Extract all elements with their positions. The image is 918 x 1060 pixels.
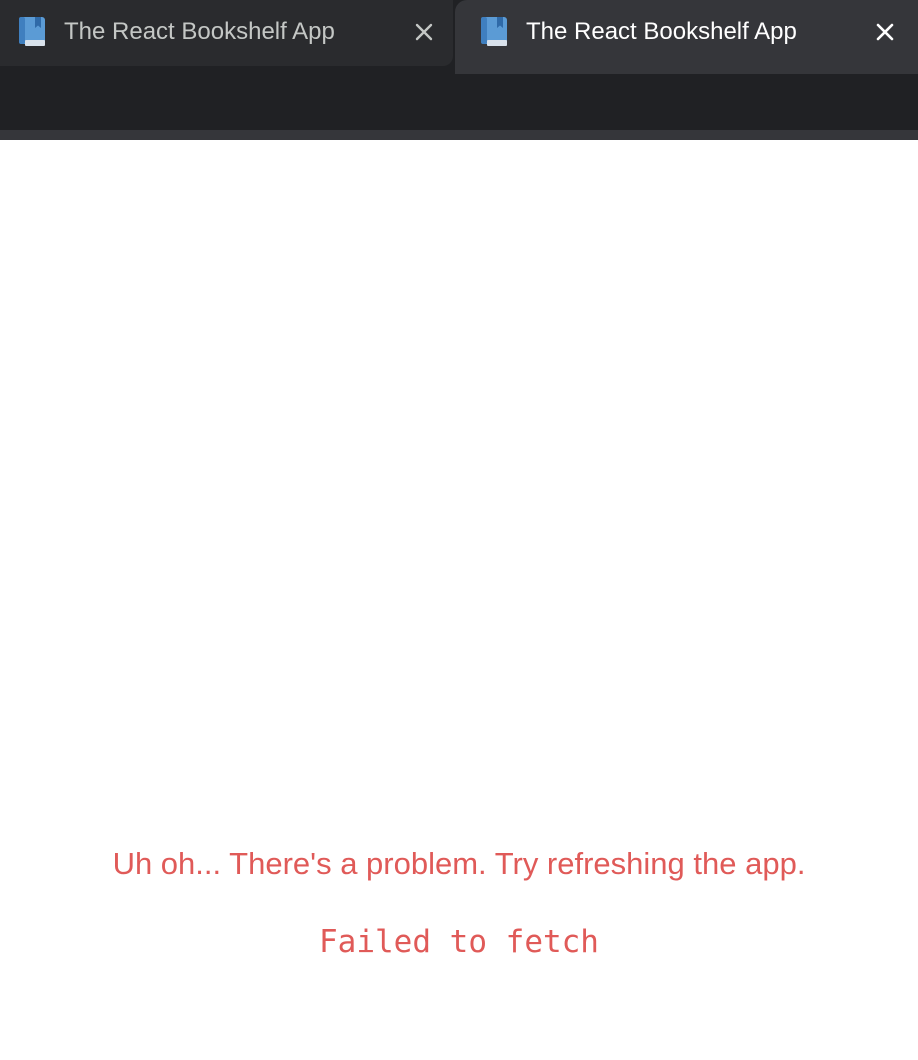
close-icon	[876, 23, 894, 41]
tab-title: The React Bookshelf App	[526, 18, 797, 45]
book-icon	[479, 16, 509, 48]
toolbar-divider	[0, 130, 918, 140]
tab-close-button[interactable]	[872, 19, 898, 45]
page-content: Uh oh... There's a problem. Try refreshi…	[0, 140, 918, 1060]
close-icon	[415, 23, 433, 41]
tab-inactive[interactable]: The React Bookshelf App	[0, 0, 453, 66]
tab-active[interactable]: The React Bookshelf App	[455, 0, 918, 74]
error-message: Uh oh... There's a problem. Try refreshi…	[112, 846, 806, 881]
error-detail: Failed to fetch	[319, 924, 599, 960]
book-icon	[17, 16, 47, 48]
tab-title: The React Bookshelf App	[64, 18, 335, 45]
browser-chrome: The React Bookshelf App The React Booksh…	[0, 0, 918, 140]
tab-close-button[interactable]	[411, 19, 437, 45]
browser-toolbar	[0, 74, 918, 130]
tab-strip: The React Bookshelf App The React Booksh…	[0, 0, 918, 74]
